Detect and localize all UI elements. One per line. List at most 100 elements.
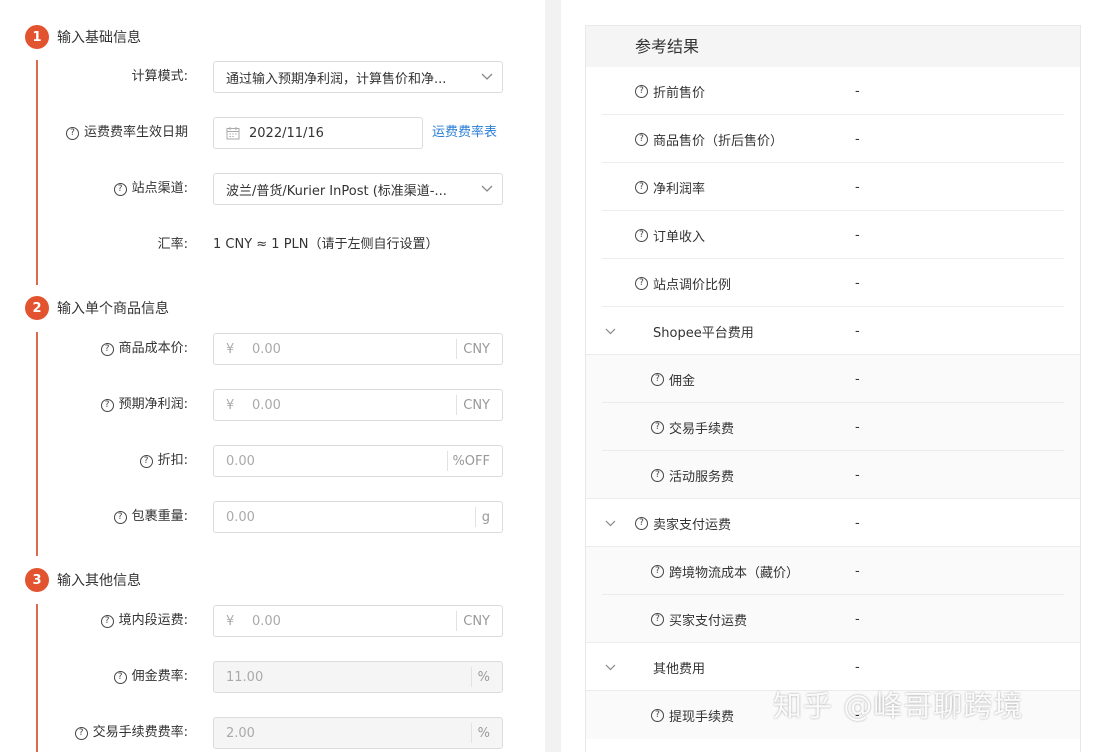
cost-input[interactable]: ¥ 0.00 CNY xyxy=(213,333,503,365)
result-label-wrap: ? 站点调价比例 xyxy=(635,274,731,293)
help-icon[interactable]: ? xyxy=(65,126,79,140)
profit-unit: CNY xyxy=(456,395,502,415)
help-icon[interactable]: ? xyxy=(651,420,664,434)
help-icon[interactable]: ? xyxy=(100,614,114,628)
rate-table-link[interactable]: 运费费率表 xyxy=(432,117,497,149)
result-row-shopee-fees[interactable]: Shopee平台费用 - xyxy=(586,307,1080,355)
result-label: 订单收入 xyxy=(653,229,706,245)
result-row-order-income: ? 订单收入 - xyxy=(586,211,1080,259)
commission-unit: % xyxy=(470,667,502,687)
help-icon[interactable]: ? xyxy=(635,180,648,194)
help-icon[interactable]: ? xyxy=(651,708,664,722)
result-row-pre-discount-price: ? 折前售价 - xyxy=(586,67,1080,115)
result-label-wrap: ? 商品售价（折后售价） xyxy=(635,130,783,149)
weight-label: 包裹重量: xyxy=(131,509,188,524)
result-label: 佣金 xyxy=(669,373,696,389)
result-label-wrap: ? 买家支付运费 xyxy=(651,610,747,629)
result-label-wrap: ? 订单收入 xyxy=(635,226,705,245)
result-label-wrap: ? 交易手续费 xyxy=(651,418,734,437)
result-label-wrap: Shopee平台费用 xyxy=(653,322,754,341)
step-title: 输入单个商品信息 xyxy=(57,301,169,317)
channel-value: 波兰/普货/Kurier InPost (标准渠道-... xyxy=(226,183,447,199)
txfee-input[interactable]: 2.00 % xyxy=(213,717,503,749)
result-row-logistics-cost: ? 跨境物流成本（藏价） - xyxy=(586,547,1080,595)
step-title: 输入其他信息 xyxy=(57,573,141,589)
help-icon[interactable]: ? xyxy=(635,132,648,146)
result-label: 站点调价比例 xyxy=(653,277,732,293)
yuan-prefix: ¥ xyxy=(226,613,235,629)
commission-label: 佣金费率: xyxy=(131,669,188,684)
chevron-down-icon[interactable] xyxy=(605,517,616,530)
help-icon[interactable]: ? xyxy=(113,510,127,524)
help-icon[interactable]: ? xyxy=(651,564,664,578)
txfee-row: ? 交易手续费费率: 2.00 % xyxy=(0,717,545,749)
calc-mode-row: 计算模式: 通过输入预期净利润，计算售价和净... xyxy=(0,61,545,93)
calc-mode-select[interactable]: 通过输入预期净利润，计算售价和净... xyxy=(213,61,503,93)
discount-row: ? 折扣: 0.00 %OFF xyxy=(0,445,545,477)
commission-row: ? 佣金费率: 11.00 % xyxy=(0,661,545,693)
help-icon[interactable]: ? xyxy=(635,228,648,242)
help-icon[interactable]: ? xyxy=(635,276,648,290)
domestic-unit: CNY xyxy=(456,611,502,631)
rate-date-value: 2022/11/16 xyxy=(249,125,324,141)
txfee-unit: % xyxy=(470,723,502,743)
domestic-row: ? 境内段运费: ¥ 0.00 CNY xyxy=(0,605,545,637)
discount-label-wrap: ? 折扣: xyxy=(139,445,188,477)
help-icon[interactable]: ? xyxy=(651,372,664,386)
help-icon[interactable]: ? xyxy=(635,516,648,530)
commission-input[interactable]: 11.00 % xyxy=(213,661,503,693)
chevron-down-icon[interactable] xyxy=(605,325,616,338)
result-row-commission: ? 佣金 - xyxy=(586,355,1080,403)
result-value: - xyxy=(855,227,860,243)
calc-mode-value: 通过输入预期净利润，计算售价和净... xyxy=(226,71,447,87)
result-value: - xyxy=(855,275,860,291)
profit-label: 预期净利润: xyxy=(118,397,188,412)
profit-placeholder: 0.00 xyxy=(252,397,281,413)
discount-placeholder: 0.00 xyxy=(226,453,255,469)
channel-select[interactable]: 波兰/普货/Kurier InPost (标准渠道-... xyxy=(213,173,503,205)
domestic-input[interactable]: ¥ 0.00 CNY xyxy=(213,605,503,637)
result-label-wrap: ? 佣金 xyxy=(651,370,695,389)
result-value: - xyxy=(855,83,860,99)
help-icon[interactable]: ? xyxy=(651,612,664,626)
result-label: 跨境物流成本（藏价） xyxy=(669,565,800,581)
result-label: 交易手续费 xyxy=(669,421,735,437)
domestic-label-wrap: ? 境内段运费: xyxy=(100,605,188,637)
help-icon[interactable]: ? xyxy=(651,468,664,482)
chevron-down-icon[interactable] xyxy=(605,661,616,674)
help-icon[interactable]: ? xyxy=(139,454,153,468)
help-icon[interactable]: ? xyxy=(100,398,114,412)
fx-label: 汇率: xyxy=(157,237,188,252)
result-label-wrap: ? 提现手续费 xyxy=(651,706,734,725)
step-2-header: 2 输入单个商品信息 xyxy=(25,296,169,320)
result-value: - xyxy=(855,371,860,387)
result-value: - xyxy=(855,179,860,195)
result-label: 商品售价（折后售价） xyxy=(653,133,784,149)
channel-row: ? 站点渠道: 波兰/普货/Kurier InPost (标准渠道-... xyxy=(0,173,545,205)
result-label: 提现手续费 xyxy=(669,709,735,725)
result-value: - xyxy=(855,563,860,579)
cost-label-wrap: ? 商品成本价: xyxy=(100,333,188,365)
weight-row: ? 包裹重量: 0.00 g xyxy=(0,501,545,533)
result-label-wrap: 其他费用 xyxy=(653,658,705,677)
weight-input[interactable]: 0.00 g xyxy=(213,501,503,533)
fx-value: 1 CNY ≈ 1 PLN（请于左侧自行设置） xyxy=(213,237,439,252)
help-icon[interactable]: ? xyxy=(113,670,127,684)
result-label-wrap: ? 净利润率 xyxy=(635,178,705,197)
profit-input[interactable]: ¥ 0.00 CNY xyxy=(213,389,503,421)
help-icon[interactable]: ? xyxy=(74,726,88,740)
help-icon[interactable]: ? xyxy=(100,342,114,356)
step-3-header: 3 输入其他信息 xyxy=(25,568,141,592)
step-number: 2 xyxy=(25,296,49,320)
result-value: - xyxy=(855,419,860,435)
help-icon[interactable]: ? xyxy=(113,182,127,196)
discount-input[interactable]: 0.00 %OFF xyxy=(213,445,503,477)
help-icon[interactable]: ? xyxy=(635,84,648,98)
channel-label: 站点渠道: xyxy=(131,181,188,196)
rate-date-row: ? 运费费率生效日期 2022/11/16 运费费率表 xyxy=(0,117,545,149)
result-row-seller-shipping[interactable]: ? 卖家支付运费 - xyxy=(586,499,1080,547)
weight-placeholder: 0.00 xyxy=(226,509,255,525)
fx-row: 汇率: 1 CNY ≈ 1 PLN（请于左侧自行设置） xyxy=(0,229,545,261)
rate-date-picker[interactable]: 2022/11/16 xyxy=(213,117,423,149)
step-number: 1 xyxy=(25,25,49,49)
